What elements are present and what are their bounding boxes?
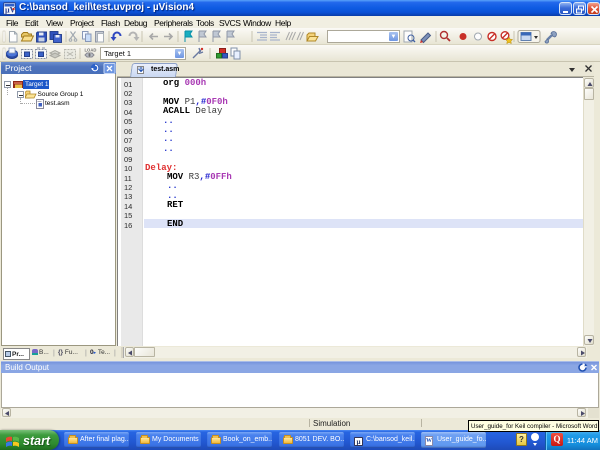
svg-text:LOAD: LOAD (85, 48, 97, 53)
